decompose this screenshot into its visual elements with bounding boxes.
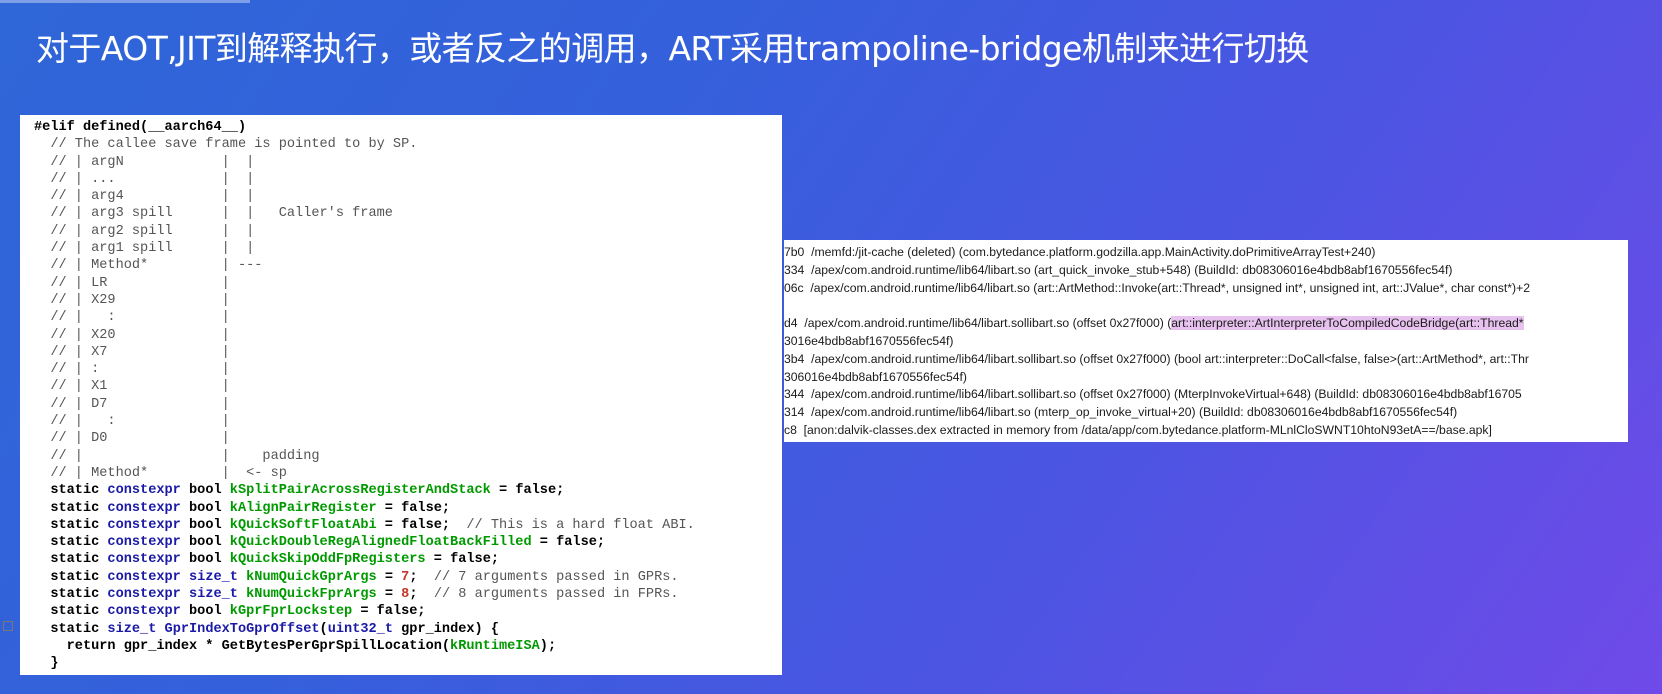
code-line: // | arg2 spill | |: [34, 223, 255, 239]
code-line: // | Method* | ---: [34, 258, 263, 274]
stack-frame-text: d4 /apex/com.android.runtime/lib64/libar…: [784, 316, 1172, 331]
stack-frame-line: [784, 297, 1530, 315]
code-line: // | : |: [34, 310, 230, 326]
stack-frame-line: 334 /apex/com.android.runtime/lib64/liba…: [784, 262, 1453, 277]
code-line: // | X29 |: [34, 292, 230, 308]
code-line: // | X20 |: [34, 327, 230, 343]
code-line: static constexpr size_t kNumQuickGprArgs…: [34, 569, 679, 585]
code-line: // | argN | |: [34, 154, 255, 170]
code-line: // | LR |: [34, 275, 230, 291]
stack-frame-line: 314 /apex/com.android.runtime/lib64/liba…: [784, 405, 1458, 420]
stack-frame-line: 306016e4bdb8abf1670556fec54f): [784, 369, 967, 384]
code-line: static constexpr bool kQuickSkipOddFpReg…: [34, 552, 500, 568]
code-screenshot: #elif defined(__aarch64__) // The callee…: [20, 115, 782, 675]
stack-frame-line: 3b4 /apex/com.android.runtime/lib64/liba…: [784, 351, 1529, 366]
code-line: static constexpr bool kGprFprLockstep = …: [34, 604, 426, 620]
stack-frame-line-highlighted: d4 /apex/com.android.runtime/lib64/libar…: [784, 315, 1530, 333]
code-line: // | arg4 | |: [34, 189, 255, 205]
stack-trace-listing: 7b0 /memfd:/jit-cache (deleted) (com.byt…: [784, 244, 1530, 440]
slide-top-accent: [0, 0, 250, 3]
code-line: // | D7 |: [34, 396, 230, 412]
code-line: #elif defined(__aarch64__): [34, 120, 247, 135]
highlighted-bridge-symbol: art::interpreter::ArtInterpreterToCompil…: [1171, 316, 1524, 331]
code-line: // | | padding: [34, 448, 320, 464]
code-line: // | arg1 spill | |: [34, 241, 255, 257]
stack-trace-screenshot: 7b0 /memfd:/jit-cache (deleted) (com.byt…: [784, 240, 1628, 442]
code-line: // | arg3 spill | | Caller's frame: [34, 206, 393, 222]
code-line: static constexpr bool kAlignPairRegister…: [34, 500, 451, 516]
code-line: }: [34, 656, 59, 672]
code-line: static size_t GprIndexToGprOffset(uint32…: [34, 621, 500, 637]
code-line: // | ... | |: [34, 171, 255, 187]
code-listing: #elif defined(__aarch64__) // The callee…: [34, 119, 695, 673]
code-line: // | X7 |: [34, 344, 230, 360]
code-fold-toggle-icon[interactable]: -: [3, 621, 13, 631]
code-line: static constexpr bool kQuickDoubleRegAli…: [34, 535, 606, 551]
slide-title: 对于AOT,JIT到解释执行，或者反之的调用，ART采用trampoline-b…: [36, 29, 1309, 68]
stack-frame-line: c8 [anon:dalvik-classes.dex extracted in…: [784, 422, 1492, 437]
code-line: // The callee save frame is pointed to b…: [34, 137, 418, 153]
code-line: // | Method* | <- sp: [34, 465, 287, 481]
stack-frame-line: 7b0 /memfd:/jit-cache (deleted) (com.byt…: [784, 245, 1376, 259]
stack-frame-line: 344 /apex/com.android.runtime/lib64/liba…: [784, 387, 1522, 402]
code-line: static constexpr size_t kNumQuickFprArgs…: [34, 587, 679, 603]
code-line: static constexpr bool kSplitPairAcrossRe…: [34, 483, 565, 499]
stack-frame-line: 3016e4bdb8abf1670556fec54f): [784, 333, 954, 348]
code-line: return gpr_index * GetBytesPerGprSpillLo…: [34, 638, 557, 654]
code-line: // | : |: [34, 414, 230, 430]
code-line: // | : |: [34, 362, 230, 378]
code-line: // | D0 |: [34, 431, 230, 447]
code-line: // | X1 |: [34, 379, 230, 395]
stack-frame-line: 06c /apex/com.android.runtime/lib64/liba…: [784, 280, 1530, 295]
code-line: static constexpr bool kQuickSoftFloatAbi…: [34, 517, 695, 533]
